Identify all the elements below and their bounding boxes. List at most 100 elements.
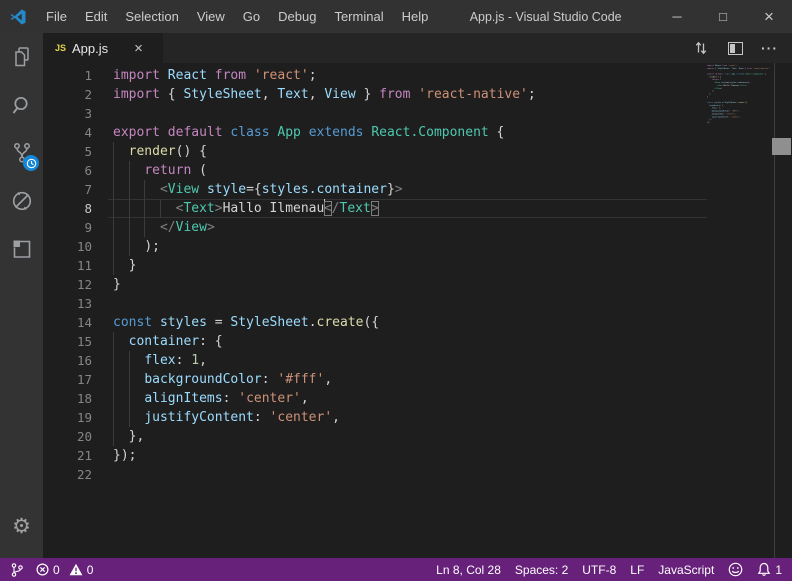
line-number[interactable]: 6 <box>43 161 108 180</box>
menu-item-file[interactable]: File <box>37 0 76 33</box>
source-control-button[interactable] <box>0 129 43 177</box>
menu-item-view[interactable]: View <box>188 0 234 33</box>
line-number[interactable]: 5 <box>43 142 108 161</box>
editor-lines: 1import React from 'react';2import { Sty… <box>43 66 707 484</box>
code-line[interactable] <box>108 294 707 313</box>
maximize-button[interactable]: □ <box>700 0 746 33</box>
tab-close-icon[interactable]: × <box>134 41 143 56</box>
menu-item-edit[interactable]: Edit <box>76 0 116 33</box>
code-line[interactable]: }); <box>108 446 707 465</box>
menu-item-terminal[interactable]: Terminal <box>325 0 392 33</box>
code-line[interactable]: }, <box>108 427 707 446</box>
extensions-button[interactable] <box>0 225 43 273</box>
line-number[interactable]: 14 <box>43 313 108 332</box>
code-token: ; <box>309 68 317 83</box>
problems-item[interactable]: 0 0 <box>36 563 93 577</box>
code-line[interactable]: alignItems: 'center', <box>108 389 707 408</box>
code-line[interactable]: justifyContent: 'center', <box>108 408 707 427</box>
editor-actions: ··· <box>692 33 792 63</box>
line-number[interactable]: 21 <box>43 446 108 465</box>
code-line[interactable]: render() { <box>108 142 707 161</box>
code-line[interactable]: export default class App extends React.C… <box>108 123 707 142</box>
code-line[interactable] <box>108 465 707 484</box>
line-number[interactable]: 20 <box>43 427 108 446</box>
line-number[interactable]: 9 <box>43 218 108 237</box>
code-token: import <box>113 68 160 83</box>
code-token: '#fff' <box>277 372 324 387</box>
line-number[interactable]: 18 <box>43 389 108 408</box>
code-token: : <box>176 353 192 368</box>
line-number[interactable]: 2 <box>43 85 108 104</box>
overview-ruler[interactable] <box>774 63 792 558</box>
code-token: }, <box>129 429 145 444</box>
line-number[interactable]: 12 <box>43 275 108 294</box>
code-line[interactable]: import { StyleSheet, Text, View } from '… <box>108 85 707 104</box>
minimize-button[interactable]: ─ <box>654 0 700 33</box>
indent-guide <box>113 237 114 256</box>
code-line[interactable]: return ( <box>108 161 707 180</box>
minimap[interactable]: import React from 'react';import { Style… <box>707 64 774 184</box>
search-button[interactable] <box>0 81 43 129</box>
code-line[interactable]: import React from 'react'; <box>108 66 707 85</box>
code-line[interactable]: <View style={styles.container}> <box>108 180 707 199</box>
code-line[interactable]: container: { <box>108 332 707 351</box>
menu-item-go[interactable]: Go <box>234 0 269 33</box>
code-token: } <box>387 182 395 197</box>
code-line[interactable]: <Text>Hallo Ilmenau</Text> <box>108 199 707 218</box>
sync-changes-icon[interactable] <box>692 39 710 57</box>
code-token: , <box>199 353 207 368</box>
code-line[interactable]: ); <box>108 237 707 256</box>
code-token <box>207 68 215 83</box>
code-row: 6 return ( <box>43 161 707 180</box>
minimap-line <box>707 124 774 127</box>
notifications-item[interactable]: 1 <box>757 562 782 577</box>
menu-item-selection[interactable]: Selection <box>116 0 187 33</box>
code-line[interactable] <box>108 104 707 123</box>
line-number[interactable]: 7 <box>43 180 108 199</box>
code-line[interactable]: </View> <box>108 218 707 237</box>
code-line[interactable]: backgroundColor: '#fff', <box>108 370 707 389</box>
encoding[interactable]: UTF-8 <box>582 563 616 577</box>
language-mode[interactable]: JavaScript <box>658 563 714 577</box>
code-token <box>160 68 168 83</box>
warnings-count: 0 <box>87 563 94 577</box>
code-line[interactable]: flex: 1, <box>108 351 707 370</box>
code-line[interactable]: const styles = StyleSheet.create({ <box>108 313 707 332</box>
line-number[interactable]: 22 <box>43 465 108 484</box>
line-number[interactable]: 16 <box>43 351 108 370</box>
line-number[interactable]: 11 <box>43 256 108 275</box>
indentation[interactable]: Spaces: 2 <box>515 563 568 577</box>
git-branch-item[interactable] <box>10 562 24 578</box>
more-actions-icon[interactable]: ··· <box>761 40 778 56</box>
line-number[interactable]: 4 <box>43 123 108 142</box>
line-number[interactable]: 3 <box>43 104 108 123</box>
close-button[interactable]: × <box>746 0 792 33</box>
feedback-item[interactable] <box>728 562 743 577</box>
code-line[interactable]: } <box>108 275 707 294</box>
line-number[interactable]: 10 <box>43 237 108 256</box>
menu-item-help[interactable]: Help <box>393 0 438 33</box>
eol-sequence[interactable]: LF <box>630 563 644 577</box>
line-number[interactable]: 17 <box>43 370 108 389</box>
manage-button[interactable]: ⚙ <box>0 502 43 550</box>
indent-guide <box>113 161 114 180</box>
javascript-file-icon: JS <box>55 43 66 53</box>
line-number[interactable]: 13 <box>43 294 108 313</box>
code-token: ( <box>191 163 207 178</box>
cursor-position[interactable]: Ln 8, Col 28 <box>436 563 501 577</box>
explorer-button[interactable] <box>0 33 43 81</box>
debug-button[interactable] <box>0 177 43 225</box>
code-line[interactable]: } <box>108 256 707 275</box>
line-number[interactable]: 8 <box>43 199 108 218</box>
tab-appjs[interactable]: JS App.js × <box>43 33 163 63</box>
warnings-icon <box>69 563 83 576</box>
split-editor-icon[interactable] <box>728 42 743 55</box>
menu-item-debug[interactable]: Debug <box>269 0 325 33</box>
line-number[interactable]: 19 <box>43 408 108 427</box>
code-token: 1 <box>191 353 199 368</box>
line-number[interactable]: 1 <box>43 66 108 85</box>
notification-count: 1 <box>775 563 782 577</box>
code-editor[interactable]: 1import React from 'react';2import { Sty… <box>43 63 792 558</box>
line-number[interactable]: 15 <box>43 332 108 351</box>
code-token: > <box>215 201 223 216</box>
